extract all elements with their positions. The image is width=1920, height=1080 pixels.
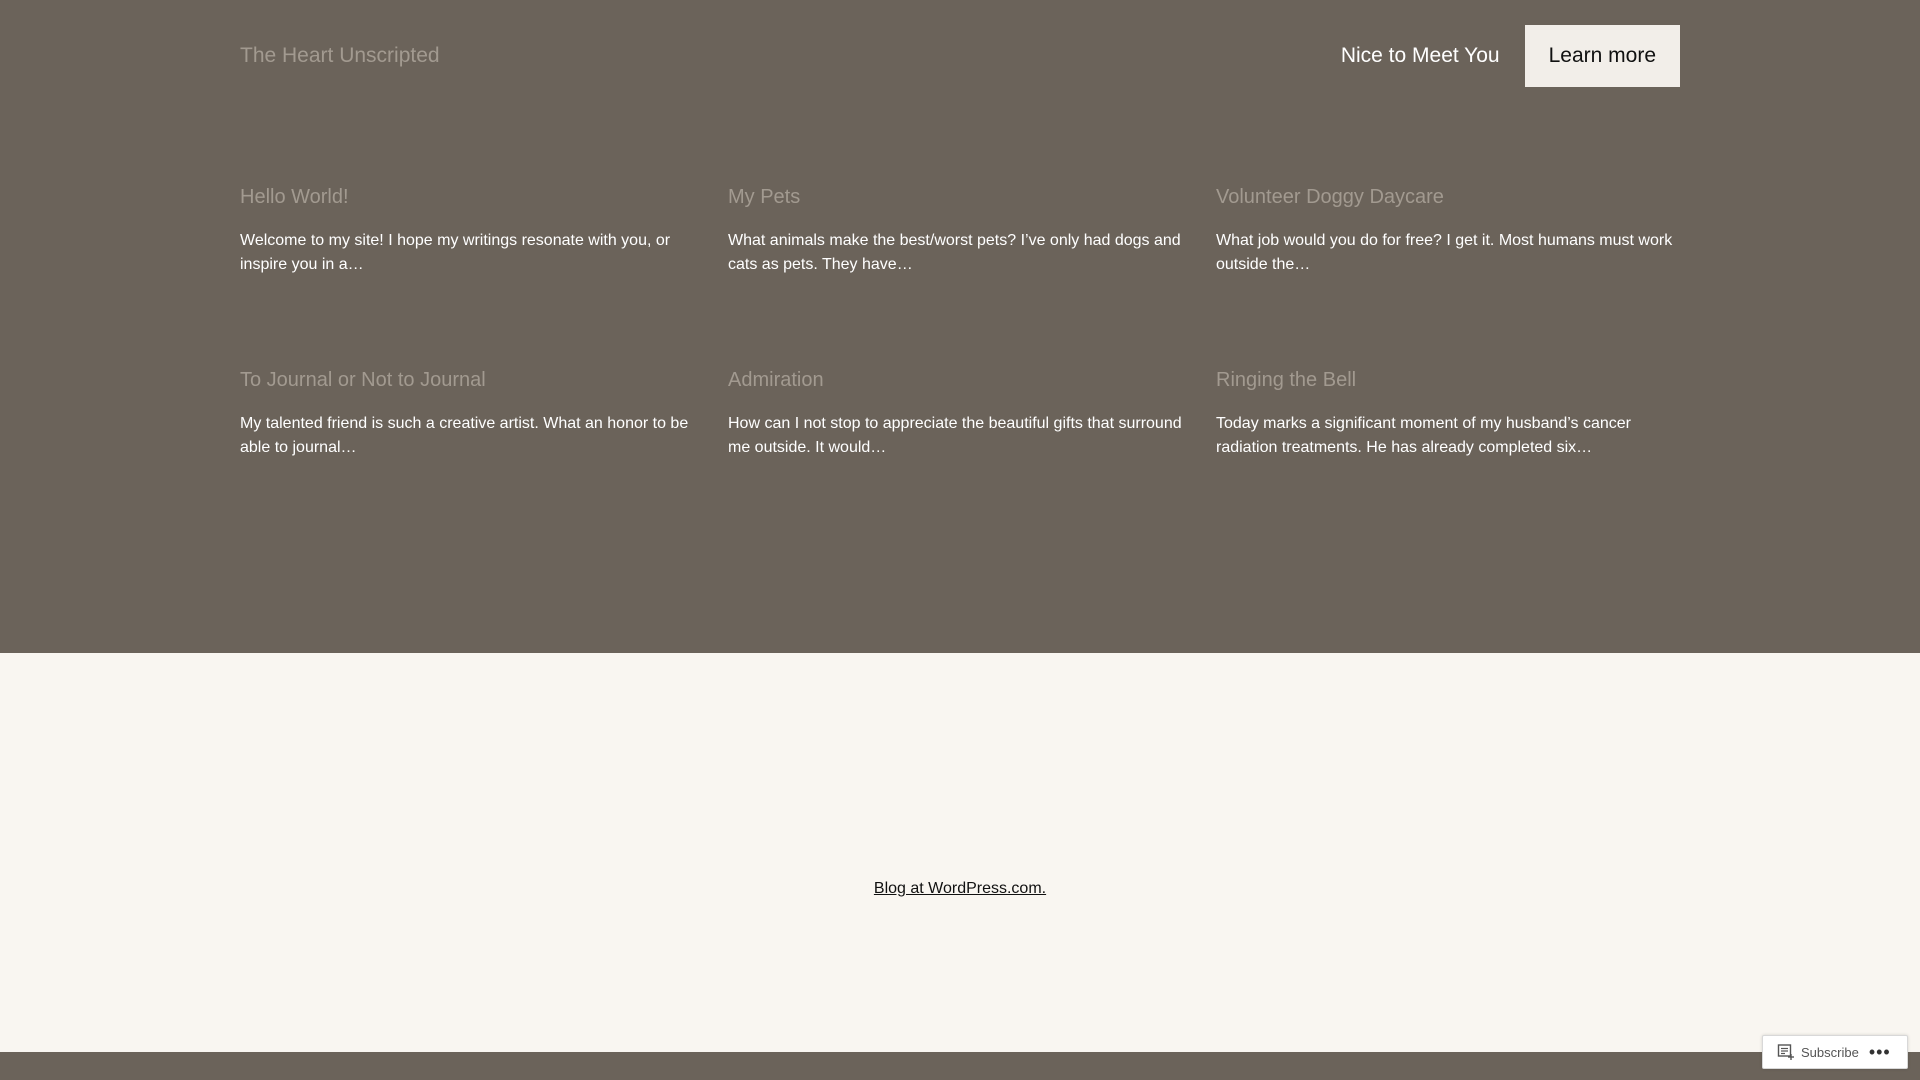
post-excerpt: What animals make the best/worst pets? I… — [728, 232, 1181, 273]
post-card: Ringing the Bell Today marks a significa… — [1216, 366, 1680, 549]
subscribe-widget: Subscribe ••• — [1762, 1035, 1908, 1069]
wordpress-credit-link[interactable]: Blog at WordPress.com. — [874, 880, 1046, 897]
subscribe-button[interactable]: Subscribe — [1763, 1036, 1859, 1068]
post-title-link[interactable]: Volunteer Doggy Daycare — [1216, 183, 1680, 211]
site-footer: Blog at WordPress.com. — [0, 653, 1920, 1052]
post-title-link[interactable]: Hello World! — [240, 183, 704, 211]
footer-credit: Blog at WordPress.com. — [0, 877, 1920, 901]
post-title-link[interactable]: To Journal or Not to Journal — [240, 366, 704, 394]
post-title-link[interactable]: Admiration — [728, 366, 1192, 394]
site-title-link[interactable]: The Heart Unscripted — [240, 25, 440, 87]
post-excerpt: Today marks a significant moment of my h… — [1216, 415, 1632, 456]
site-header: The Heart Unscripted Nice to Meet You Le… — [240, 25, 1680, 87]
more-options-icon[interactable]: ••• — [1869, 1035, 1891, 1069]
post-card: Hello World! Welcome to my site! I hope … — [240, 183, 704, 366]
post-grid: Hello World! Welcome to my site! I hope … — [240, 183, 1680, 549]
post-card: Volunteer Doggy Daycare What job would y… — [1216, 183, 1680, 366]
site-navigation: Nice to Meet You Learn more — [1341, 25, 1680, 87]
nav-link-nice-to-meet-you[interactable]: Nice to Meet You — [1341, 25, 1500, 87]
post-excerpt: Welcome to my site! I hope my writings r… — [240, 232, 671, 273]
post-card: My Pets What animals make the best/worst… — [728, 183, 1192, 366]
learn-more-button[interactable]: Learn more — [1524, 25, 1680, 87]
main-content-area: The Heart Unscripted Nice to Meet You Le… — [0, 0, 1920, 653]
post-title-link[interactable]: My Pets — [728, 183, 1192, 211]
post-excerpt: How can I not stop to appreciate the bea… — [728, 415, 1182, 456]
post-card: Admiration How can I not stop to appreci… — [728, 366, 1192, 549]
subscribe-reader-icon — [1777, 1043, 1795, 1061]
bottom-strip — [0, 1052, 1920, 1080]
post-card: To Journal or Not to Journal My talented… — [240, 366, 704, 549]
subscribe-label: Subscribe — [1801, 1044, 1859, 1060]
post-excerpt: My talented friend is such a creative ar… — [240, 415, 689, 456]
post-title-link[interactable]: Ringing the Bell — [1216, 366, 1680, 394]
post-excerpt: What job would you do for free? I get it… — [1216, 232, 1673, 273]
